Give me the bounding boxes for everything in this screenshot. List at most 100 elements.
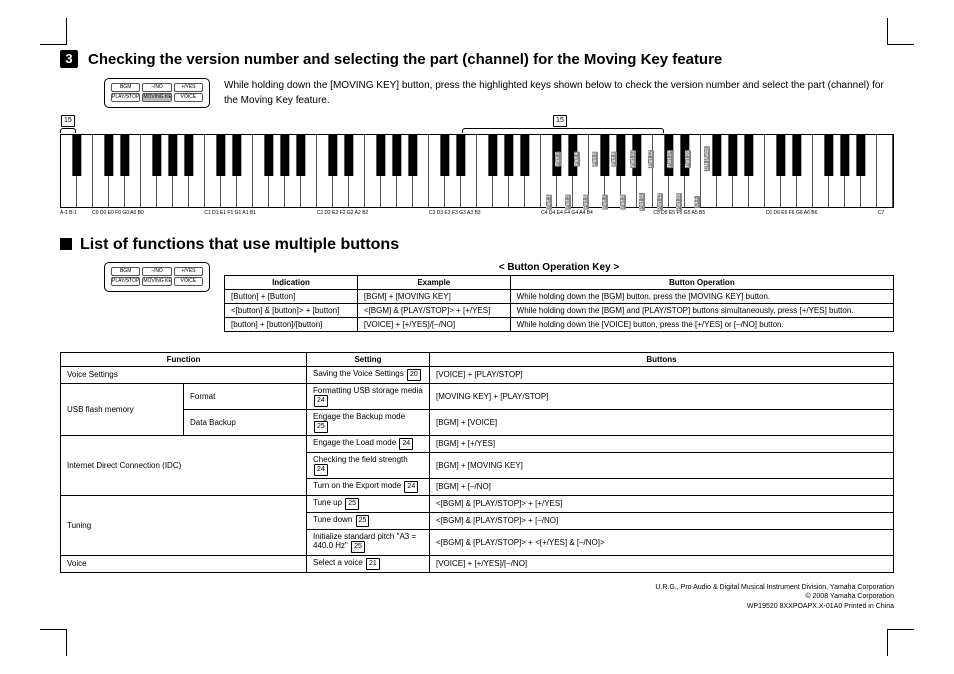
td-buttons: <[BGM] & [PLAY/STOP]> + [–/NO] <box>430 512 894 529</box>
key-tag: Part 6 <box>592 151 598 166</box>
black-key <box>728 135 737 177</box>
td-setting: Engage the Load mode 24 <box>307 435 430 452</box>
square-bullet <box>60 238 72 250</box>
th: Setting <box>307 352 430 366</box>
td-setting: Tune down 25 <box>307 512 430 529</box>
th: Example <box>357 275 510 289</box>
black-key <box>712 135 721 177</box>
td-function: Voice <box>61 555 307 572</box>
black-key <box>280 135 289 177</box>
key-tag: Part 1 <box>546 194 552 209</box>
section-3-heading: 3 Checking the version number and select… <box>60 50 894 70</box>
key-tag: Part 13 <box>657 192 663 210</box>
td: <[button] & [button]> + [button] <box>225 303 358 317</box>
td-setting: Saving the Voice Settings 20 <box>307 366 430 383</box>
th: Buttons <box>430 352 894 366</box>
td-buttons: <[BGM] & [PLAY/STOP]> + [+/YES] <box>430 495 894 512</box>
black-key <box>408 135 417 177</box>
key-tag: Part 10 <box>630 150 636 168</box>
crop-mark <box>40 629 67 656</box>
td-setting: Formatting USB storage media 24 <box>307 383 430 409</box>
panel-btn: VOICE <box>174 93 203 102</box>
key-tag: Part 14 <box>667 150 673 168</box>
key-tag: Part 5 <box>583 194 589 209</box>
td-buttons: <[BGM] & [PLAY/STOP]> + <[+/YES] & [–/NO… <box>430 529 894 555</box>
black-key <box>616 135 625 177</box>
panel-btn: +/YES <box>174 83 203 92</box>
credit-line: U.R.G., Pro Audio & Digital Musical Inst… <box>60 583 894 593</box>
black-key <box>344 135 353 177</box>
keyboard-diagram: 15 Version Number 15 Part Part 1Part 2Pa… <box>60 114 894 216</box>
black-key <box>840 135 849 177</box>
key-tag: Part 12 <box>648 150 654 168</box>
page-ref-icon: 15 <box>553 115 567 127</box>
black-key <box>184 135 193 177</box>
black-key <box>72 135 81 177</box>
section-3-description: While holding down the [MOVING KEY] butt… <box>224 78 894 108</box>
black-key <box>392 135 401 177</box>
black-key <box>440 135 449 177</box>
section-title: Checking the version number and selectin… <box>88 50 894 70</box>
black-key <box>152 135 161 177</box>
key-tag: Part 3 <box>565 194 571 209</box>
black-key <box>296 135 305 177</box>
credits: U.R.G., Pro Audio & Digital Musical Inst… <box>60 583 894 612</box>
section-number: 3 <box>60 50 78 68</box>
black-key <box>744 135 753 177</box>
th: Button Operation <box>510 275 893 289</box>
list-title: List of functions that use multiple butt… <box>80 236 399 253</box>
td-buttons: [BGM] + [–/NO] <box>430 478 894 495</box>
key-tag: OFF <box>694 196 700 208</box>
button-panel-illustration: BGM –/NO +/YES PLAY/STOP MOVING KEY VOIC… <box>104 262 210 292</box>
td-setting: Turn on the Export mode 24 <box>307 478 430 495</box>
crop-mark <box>887 18 914 45</box>
td: While holding down the [VOICE] button, p… <box>510 317 893 331</box>
td-setting: Initialize standard pitch "A3 = 440.0 Hz… <box>307 529 430 555</box>
td-function: Voice Settings <box>61 366 307 383</box>
black-key <box>456 135 465 177</box>
td-setting: Engage the Backup mode 25 <box>307 409 430 435</box>
panel-btn: BGM <box>111 83 140 92</box>
td-buttons: [VOICE] + [PLAY/STOP] <box>430 366 894 383</box>
black-key <box>792 135 801 177</box>
td-setting: Checking the field strength 24 <box>307 452 430 478</box>
key-tag: ON (Auto) <box>704 147 710 172</box>
key-tag: Part 8 <box>611 151 617 166</box>
td-buttons: [BGM] + [VOICE] <box>430 409 894 435</box>
black-key <box>120 135 129 177</box>
key-tag: Part 7 <box>602 194 608 209</box>
black-key <box>328 135 337 177</box>
black-key <box>232 135 241 177</box>
td-buttons: [BGM] + [+/YES] <box>430 435 894 452</box>
th: Function <box>61 352 307 366</box>
crop-mark <box>887 629 914 656</box>
td: [Button] + [Button] <box>225 289 358 303</box>
black-key <box>504 135 513 177</box>
key-tag: Part 2 <box>555 151 561 166</box>
crop-mark <box>40 18 67 45</box>
button-op-key-title: < Button Operation Key > <box>224 262 894 273</box>
black-key <box>104 135 113 177</box>
td-buttons: [BGM] + [MOVING KEY] <box>430 452 894 478</box>
credit-line: © 2008 Yamaha Corporation <box>60 592 894 602</box>
black-key <box>600 135 609 177</box>
key-tag: Part 15 <box>676 192 682 210</box>
key-tag: Part 11 <box>639 193 645 211</box>
td-function: USB flash memory <box>61 383 184 435</box>
th: Indication <box>225 275 358 289</box>
button-panel-illustration: BGM –/NO +/YES PLAY/STOP MOVING KEY VOIC… <box>104 78 210 108</box>
td: [VOICE] + [+/YES]/[–/NO] <box>357 317 510 331</box>
black-key <box>216 135 225 177</box>
key-tag: Part 9 <box>620 194 626 209</box>
list-section-heading: List of functions that use multiple butt… <box>60 236 894 254</box>
button-operation-key-table: Indication Example Button Operation [But… <box>224 275 894 332</box>
td-function: Internet Direct Connection (IDC) <box>61 435 307 495</box>
key-tag: Part 4 <box>574 151 580 166</box>
td-setting: Select a voice 21 <box>307 555 430 572</box>
black-key <box>488 135 497 177</box>
credit-line: WP19520 8XXPOAPX.X-01A0 Printed in China <box>60 602 894 612</box>
td-setting: Tune up 25 <box>307 495 430 512</box>
black-key <box>776 135 785 177</box>
td: [button] + [button]/[button] <box>225 317 358 331</box>
functions-table: Function Setting Buttons Voice SettingsS… <box>60 352 894 573</box>
